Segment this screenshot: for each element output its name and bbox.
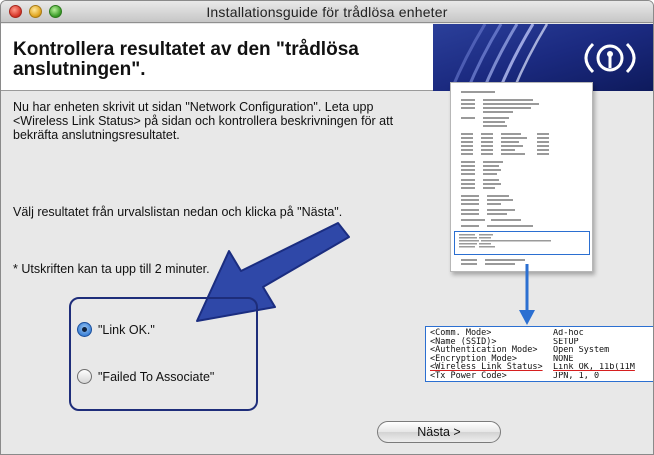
header: Kontrollera resultatet av den "trådlösa … <box>1 24 653 91</box>
status-value: JPN, 1, 0 <box>553 371 600 381</box>
failed-to-associate-radio[interactable] <box>77 369 92 384</box>
title-bar[interactable]: Installationsguide för trådlösa enheter <box>1 1 653 23</box>
failed-to-associate-label: "Failed To Associate" <box>98 369 215 384</box>
status-value: Link OK, 11b(11M <box>553 363 635 372</box>
status-key: <Tx Power Code> <box>430 370 507 381</box>
result-choice-group: "Link OK." "Failed To Associate" <box>69 297 258 411</box>
next-button[interactable]: Nästa > <box>377 421 501 443</box>
network-configuration-page-icon <box>450 82 593 272</box>
intro-text: Nu har enheten skrivit ut sidan "Network… <box>13 100 394 142</box>
status-value: NONE <box>553 354 574 364</box>
option-failed-to-associate[interactable]: "Failed To Associate" <box>77 369 214 384</box>
status-row: <Tx Power Code> JPN, 1, 0 <box>430 372 653 381</box>
status-highlight-box <box>454 231 590 255</box>
installer-window: Installationsguide för trådlösa enheter … <box>0 0 654 455</box>
option-link-ok[interactable]: "Link OK." <box>77 322 155 337</box>
wireless-wave-logo-icon <box>433 24 653 91</box>
wireless-status-excerpt: <Comm. Mode> Ad-hoc <Name (SSID)> SETUP … <box>425 326 653 382</box>
status-value: Open System <box>553 346 610 355</box>
page-heading: Kontrollera resultatet av den "trådlösa … <box>13 39 359 80</box>
link-ok-label: "Link OK." <box>98 322 155 337</box>
main-content: Nu har enheten skrivit ut sidan "Network… <box>1 82 653 454</box>
status-value: Ad-hoc <box>553 329 584 338</box>
window-title: Installationsguide för trådlösa enheter <box>206 4 448 20</box>
status-value: SETUP <box>553 337 579 347</box>
link-ok-radio[interactable] <box>77 322 92 337</box>
down-arrow-icon <box>519 264 535 325</box>
